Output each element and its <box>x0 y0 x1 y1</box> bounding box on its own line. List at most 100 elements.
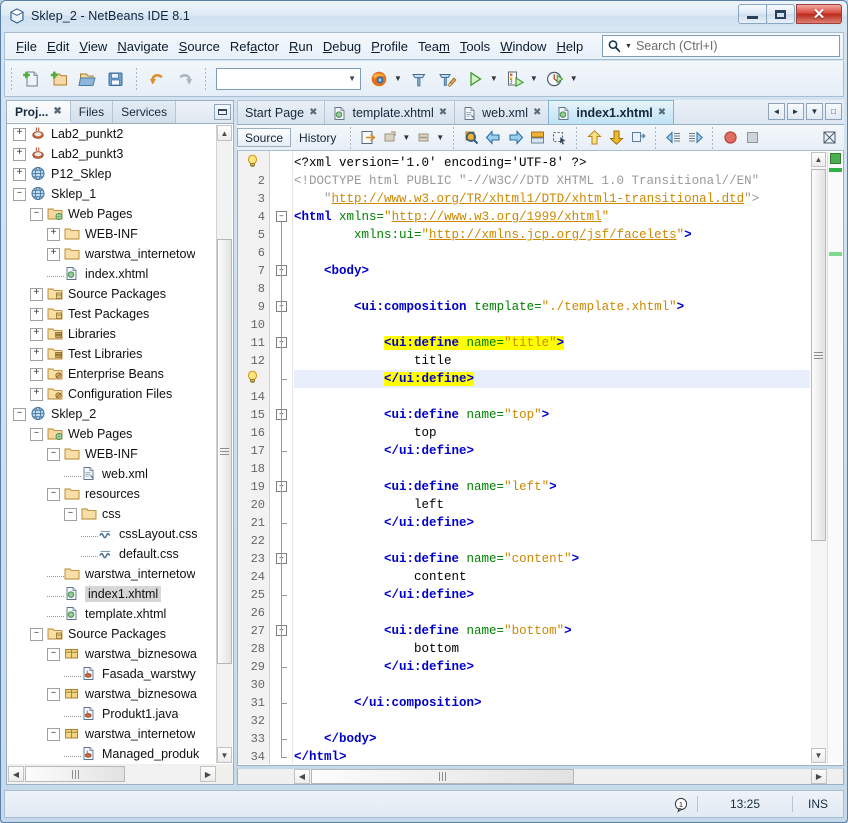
scroll-down-arrow[interactable]: ▼ <box>217 747 232 763</box>
tree-node-libraries[interactable]: + Libraries <box>7 324 233 344</box>
clean-build-button[interactable] <box>433 65 461 93</box>
menu-refactor[interactable]: Refactor <box>225 36 284 57</box>
collapse-toggle-icon[interactable]: – <box>47 687 60 701</box>
editor-tab-start-page[interactable]: Start Page ✖ <box>237 100 326 124</box>
scroll-right-arrow[interactable]: ▶ <box>811 769 827 784</box>
stop-button[interactable] <box>741 127 763 149</box>
tree-node-warstwa_internetow[interactable]: warstwa_internetow <box>7 564 233 584</box>
menu-edit[interactable]: Edit <box>42 36 74 57</box>
toggle-highlight-button[interactable] <box>818 127 840 149</box>
close-icon[interactable]: ✖ <box>533 107 541 118</box>
comment-dropdown-icon[interactable]: ▼ <box>402 133 410 142</box>
tree-node-web-inf[interactable]: + WEB-INF <box>7 224 233 244</box>
code-line[interactable]: <ui:define name="bottom"> <box>294 622 810 640</box>
code-line[interactable]: title <box>294 352 810 370</box>
collapse-toggle-icon[interactable]: – <box>13 187 26 201</box>
debug-project-button[interactable]: 3 <box>501 65 529 93</box>
hint-lightbulb-icon[interactable] <box>239 370 265 388</box>
code-line[interactable]: </ui:define> <box>294 586 810 604</box>
minimize-button[interactable] <box>738 4 767 24</box>
collapse-toggle-icon[interactable]: – <box>64 507 77 521</box>
browser-dropdown-icon[interactable]: ▼ <box>394 74 402 83</box>
menu-profile[interactable]: Profile <box>366 36 413 57</box>
occurrence-marker[interactable] <box>829 168 842 172</box>
close-icon[interactable]: ✖ <box>439 107 447 118</box>
tree-node-source-packages[interactable]: + Source Packages <box>7 284 233 304</box>
tree-node-css[interactable]: – css <box>7 504 233 524</box>
expand-toggle-icon[interactable]: + <box>13 127 26 141</box>
code-line[interactable]: xmlns:ui="http://xmlns.jcp.org/jsf/facel… <box>294 226 810 244</box>
scroll-tabs-left-button[interactable]: ◄ <box>768 103 785 120</box>
explorer-tab-files[interactable]: Files <box>70 101 114 123</box>
toggle-breakpoint-button[interactable] <box>719 127 741 149</box>
tree-node-managed_produk[interactable]: Managed_produk <box>7 744 233 764</box>
tree-node-test-libraries[interactable]: + Test Libraries <box>7 344 233 364</box>
tree-node-default-css[interactable]: default.css <box>7 544 233 564</box>
menu-tools[interactable]: Tools <box>455 36 495 57</box>
code-line[interactable]: "http://www.w3.org/TR/xhtml1/DTD/xhtml1-… <box>294 190 810 208</box>
code-line[interactable]: content <box>294 568 810 586</box>
project-tree[interactable]: + Lab2_punkt2 + Lab2_punkt3 + P12_Sklep – Sklep… <box>7 124 233 764</box>
scroll-left-arrow[interactable]: ◀ <box>294 769 310 784</box>
expand-toggle-icon[interactable]: + <box>30 307 43 321</box>
code-line[interactable]: top <box>294 424 810 442</box>
editor-tab-index1-xhtml[interactable]: index1.xhtml ✖ <box>548 100 675 124</box>
tab-source-view[interactable]: Source <box>237 128 292 147</box>
code-line[interactable]: bottom <box>294 640 810 658</box>
code-line[interactable]: <ui:define name="content"> <box>294 550 810 568</box>
toggle-rectangular-selection-button[interactable] <box>548 127 570 149</box>
scroll-up-arrow[interactable]: ▲ <box>217 125 232 141</box>
code-line[interactable]: </ui:composition> <box>294 694 810 712</box>
uncomment-button[interactable] <box>413 127 435 149</box>
tree-node-warstwa_internetow[interactable]: + warstwa_internetow <box>7 244 233 264</box>
notification-badge[interactable]: 1 <box>673 797 689 813</box>
editor-error-stripe[interactable] <box>827 152 842 763</box>
undo-button[interactable] <box>143 65 171 93</box>
shift-right-button[interactable] <box>684 127 706 149</box>
explorer-tab-proj[interactable]: Proj... ✖ <box>7 101 71 123</box>
maximize-editor-button[interactable]: □ <box>825 103 842 120</box>
menu-window[interactable]: Window <box>495 36 551 57</box>
menu-debug[interactable]: Debug <box>318 36 366 57</box>
tree-node-lab2_punkt2[interactable]: + Lab2_punkt2 <box>7 124 233 144</box>
menu-run[interactable]: Run <box>284 36 318 57</box>
editor-tab-template-xhtml[interactable]: template.xhtml ✖ <box>324 100 456 124</box>
tree-node-web-pages[interactable]: – Web Pages <box>7 424 233 444</box>
menu-team[interactable]: Team <box>413 36 455 57</box>
expand-toggle-icon[interactable]: + <box>30 327 43 341</box>
collapse-toggle-icon[interactable]: – <box>47 447 60 461</box>
profile-project-button[interactable] <box>541 65 569 93</box>
code-line[interactable]: </ui:define> <box>294 514 810 532</box>
source-code-text[interactable]: <?xml version='1.0' encoding='UTF-8' ?> <… <box>294 151 810 764</box>
profile-dropdown-icon[interactable]: ▼ <box>570 74 578 83</box>
code-line[interactable]: <body> <box>294 262 810 280</box>
scroll-left-arrow[interactable]: ◀ <box>8 766 24 782</box>
close-icon[interactable]: ✖ <box>658 107 666 118</box>
project-config-combo[interactable]: ▼ <box>216 67 361 90</box>
explorer-vertical-scrollbar[interactable]: ▲ ▼ <box>216 125 232 763</box>
collapse-toggle-icon[interactable]: – <box>13 407 26 421</box>
code-line[interactable]: <?xml version='1.0' encoding='UTF-8' ?> <box>294 154 810 172</box>
tree-node-warstwa_biznesowa[interactable]: – warstwa_biznesowa <box>7 684 233 704</box>
tree-node-warstwa_biznesowa[interactable]: – warstwa_biznesowa <box>7 644 233 664</box>
expand-toggle-icon[interactable]: + <box>47 227 60 241</box>
explorer-scrollbar-thumb[interactable] <box>217 239 232 664</box>
hint-lightbulb-icon[interactable] <box>239 154 265 172</box>
code-line[interactable] <box>294 676 810 694</box>
tree-node-configuration-files[interactable]: + Configuration Files <box>7 384 233 404</box>
redo-button[interactable] <box>171 65 199 93</box>
scroll-up-arrow[interactable]: ▲ <box>811 152 826 167</box>
tree-node-fasada_warstwy[interactable]: Fasada_warstwy <box>7 664 233 684</box>
tree-node-produkt1-java[interactable]: Produkt1.java <box>7 704 233 724</box>
code-line-current[interactable]: </ui:define> <box>294 370 810 388</box>
tree-node-enterprise-beans[interactable]: + Enterprise Beans <box>7 364 233 384</box>
code-line[interactable] <box>294 604 810 622</box>
code-line[interactable] <box>294 532 810 550</box>
tree-node-web-xml[interactable]: web.xml <box>7 464 233 484</box>
build-project-button[interactable] <box>405 65 433 93</box>
find-selection-button[interactable] <box>460 127 482 149</box>
expand-toggle-icon[interactable]: + <box>30 387 43 401</box>
save-all-button[interactable] <box>102 65 130 93</box>
expand-toggle-icon[interactable]: + <box>13 147 26 161</box>
last-edit-button[interactable] <box>357 127 379 149</box>
